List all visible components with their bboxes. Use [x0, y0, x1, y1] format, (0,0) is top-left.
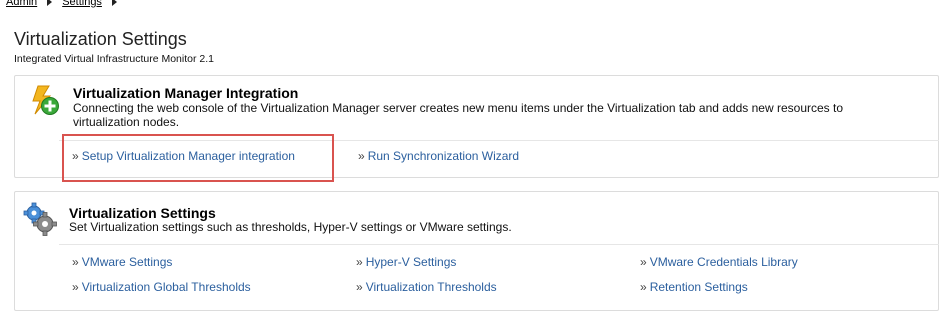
- divider: [59, 244, 939, 245]
- breadcrumb-separator-icon: [111, 0, 117, 6]
- vmware-settings-link[interactable]: » VMware Settings: [72, 255, 172, 269]
- page-subtitle: Integrated Virtual Infrastructure Monito…: [14, 53, 214, 65]
- settings-panel-description: Set Virtualization settings such as thre…: [69, 220, 512, 234]
- integration-panel-title: Virtualization Manager Integration: [73, 85, 299, 101]
- breadcrumb: Admin Settings: [6, 0, 127, 8]
- breadcrumb-separator-icon: [47, 0, 53, 6]
- gears-icon: [23, 202, 59, 243]
- page: Admin Settings Virtualization Settings I…: [0, 0, 947, 322]
- run-sync-wizard-link[interactable]: » Run Synchronization Wizard: [358, 149, 519, 163]
- breadcrumb-settings-link[interactable]: Settings: [62, 0, 102, 8]
- integration-panel-description: Connecting the web console of the Virtua…: [73, 101, 843, 129]
- retention-settings-link[interactable]: » Retention Settings: [640, 280, 748, 294]
- hyperv-settings-link[interactable]: » Hyper-V Settings: [356, 255, 456, 269]
- virtualization-global-thresholds-link[interactable]: » Virtualization Global Thresholds: [72, 280, 251, 294]
- settings-panel-title: Virtualization Settings: [69, 205, 216, 221]
- vmware-credentials-library-link[interactable]: » VMware Credentials Library: [640, 255, 798, 269]
- page-title: Virtualization Settings: [14, 29, 187, 49]
- breadcrumb-admin-link[interactable]: Admin: [6, 0, 37, 8]
- highlight-annotation: [62, 134, 334, 182]
- settings-panel: Virtualization Settings Set Virtualizati…: [14, 191, 939, 311]
- virtualization-thresholds-link[interactable]: » Virtualization Thresholds: [356, 280, 497, 294]
- lightning-plus-icon: [25, 84, 61, 125]
